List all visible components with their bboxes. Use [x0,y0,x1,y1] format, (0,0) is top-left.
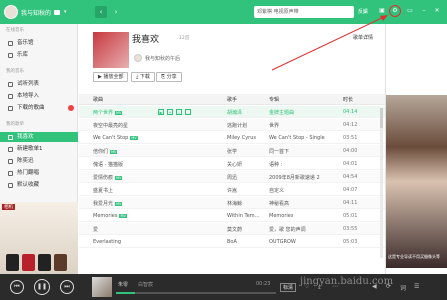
now-playing-artist[interactable]: 白智宸 [138,281,153,288]
next-icon[interactable]: ⏭ [60,280,74,294]
progress-fill [116,292,136,294]
pause-icon[interactable]: ❚❚ [34,279,50,295]
annotation-arrow [271,15,388,71]
previous-icon[interactable]: ⏮ [10,280,24,294]
progress-bar[interactable] [116,292,276,294]
now-playing-song[interactable]: 朱零 [118,281,128,288]
quality-selector[interactable]: 标清 [280,283,297,292]
playlist-queue-icon[interactable]: ☰ [414,283,419,290]
lyrics-icon[interactable]: 词 [400,283,406,292]
playback-time: 00:23 [256,281,271,287]
watermark: jingyan.baidu.com [300,276,394,287]
now-playing-cover[interactable] [92,277,112,297]
